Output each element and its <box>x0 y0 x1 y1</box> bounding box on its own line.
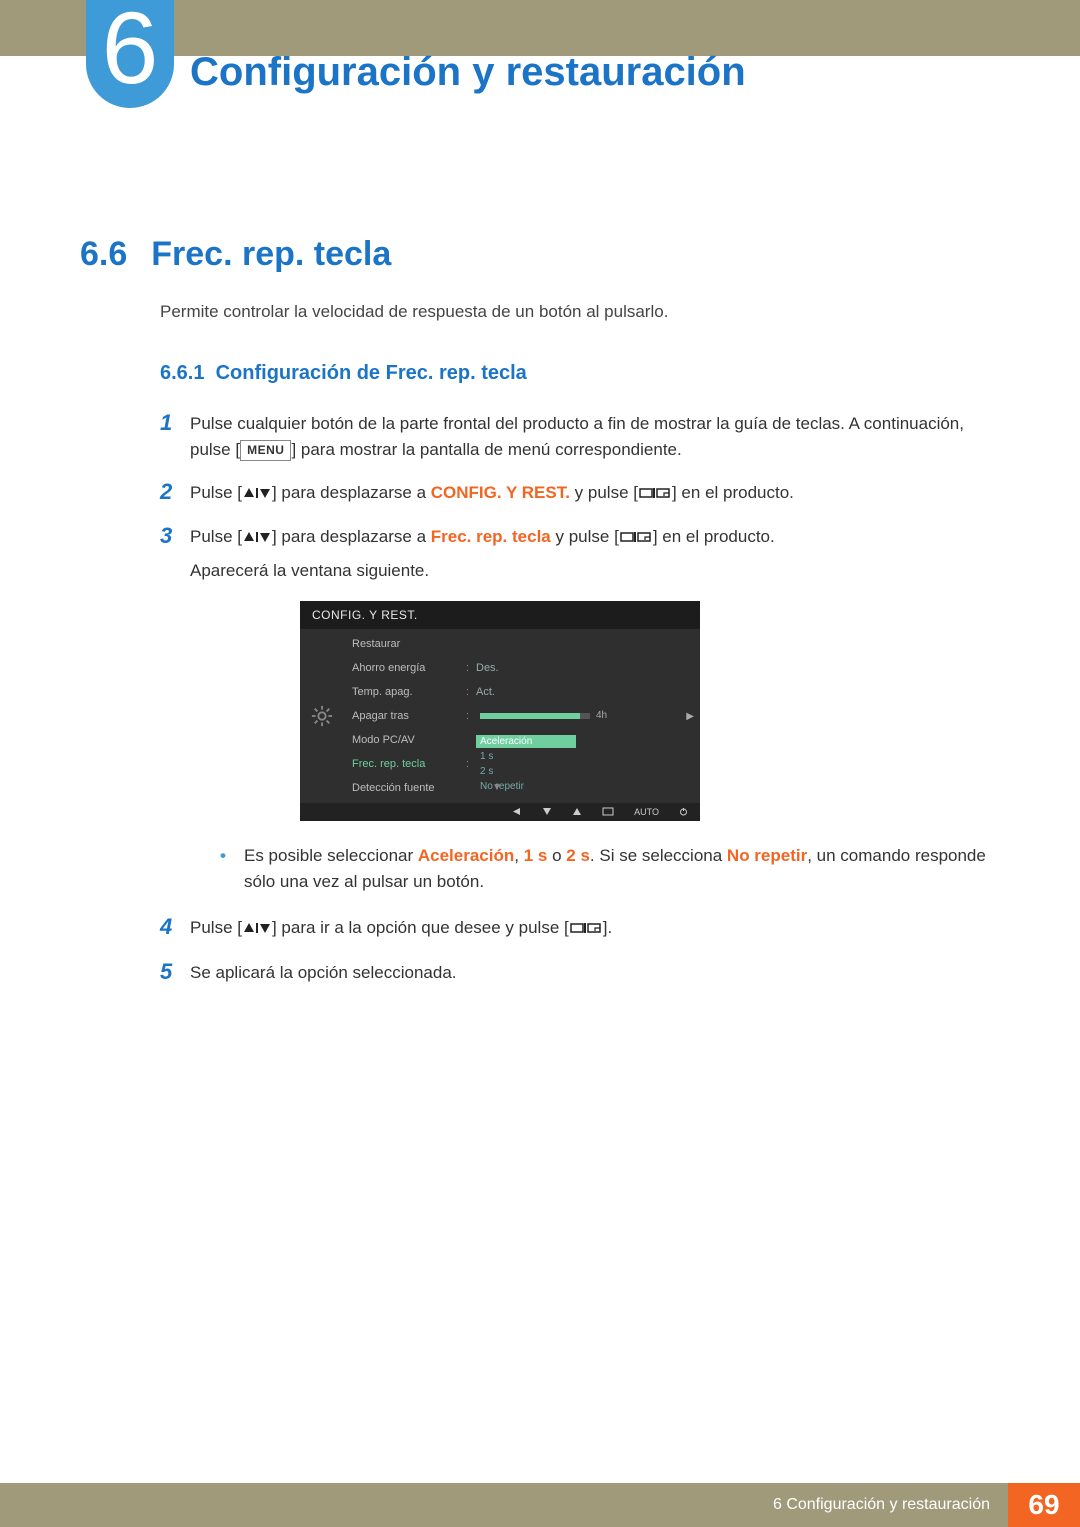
step-3-body: Pulse [ ] para desplazarse a Frec. rep. t… <box>190 524 1000 585</box>
step-1: 1 Pulse cualquier botón de la parte fron… <box>160 411 1000 464</box>
section-number: 6.6 <box>80 235 127 274</box>
step-1-text-b: ] para mostrar la pantalla de menú corre… <box>291 440 681 459</box>
step-number: 1 <box>160 411 190 464</box>
step-5-body: Se aplicará la opción seleccionada. <box>190 960 1000 986</box>
step-number: 5 <box>160 960 190 986</box>
osd-label: Temp. apag. <box>348 686 466 698</box>
step-3-text-c: y pulse [ <box>551 527 619 546</box>
osd-value: Act. <box>476 686 700 698</box>
chapter-badge: 6 <box>86 0 174 108</box>
footer-page-number: 69 <box>1008 1483 1080 1527</box>
note-opt2: 1 s <box>524 846 548 865</box>
note-sep2: o <box>547 846 566 865</box>
step-4-text-c: ]. <box>603 918 612 937</box>
section-heading: 6.6 Frec. rep. tecla <box>80 235 1000 274</box>
step-2-target: CONFIG. Y REST. <box>431 483 570 502</box>
source-enter-icon <box>638 482 672 508</box>
step-number: 2 <box>160 480 190 508</box>
section-title: Frec. rep. tecla <box>151 235 391 274</box>
subsection-title: Configuración de Frec. rep. tecla <box>216 362 527 384</box>
step-2-body: Pulse [ ] para desplazarse a CONFIG. Y RE… <box>190 480 1000 508</box>
step-4-text-a: Pulse [ <box>190 918 242 937</box>
osd-label: Detección fuente <box>348 782 466 794</box>
step-3: 3 Pulse [ ] para desplazarse a Frec. rep.… <box>160 524 1000 585</box>
osd-row-timer: Temp. apag.:Act. <box>348 683 700 701</box>
osd-label: Apagar tras <box>348 710 466 722</box>
osd-down-chevron-icon: ▼ <box>492 782 502 793</box>
gear-icon <box>311 705 333 727</box>
osd-nav-down-icon <box>542 807 552 817</box>
source-enter-icon <box>619 526 653 552</box>
osd-option-aceleracion: Aceleración <box>476 735 576 748</box>
step-2-text-c: y pulse [ <box>570 483 638 502</box>
step-2-text-b: ] para desplazarse a <box>272 483 431 502</box>
osd-row-eco: Ahorro energía:Des. <box>348 659 700 677</box>
osd-label-active: Frec. rep. tecla <box>348 758 466 770</box>
osd-option-1s: 1 s <box>476 750 576 763</box>
osd-row-offafter: Apagar tras:4h <box>348 707 700 725</box>
osd-body: Restaurar Ahorro energía:Des. Temp. apag… <box>300 629 700 803</box>
note-body: Es posible seleccionar Aceleración, 1 s … <box>244 843 1000 896</box>
osd-nav-left-icon <box>512 807 522 817</box>
osd-slider <box>480 713 590 719</box>
osd-nav-enter-icon <box>602 807 614 817</box>
step-2-text-a: Pulse [ <box>190 483 242 502</box>
step-3-sub: Aparecerá la ventana siguiente. <box>190 558 1000 584</box>
osd-value: Des. <box>476 662 700 674</box>
chapter-title: Configuración y restauración <box>190 50 746 95</box>
note-opt3: 2 s <box>566 846 590 865</box>
step-2-text-d: ] en el producto. <box>672 483 794 502</box>
step-4-body: Pulse [ ] para ir a la opción que desee y… <box>190 915 1000 943</box>
osd-nav-auto: AUTO <box>634 807 659 817</box>
osd-label: Modo PC/AV <box>348 734 466 746</box>
chapter-number: 6 <box>102 0 159 97</box>
osd-bottom-bar: AUTO <box>300 803 700 821</box>
osd-title: CONFIG. Y REST. <box>300 601 700 629</box>
osd-label: Restaurar <box>348 638 466 650</box>
step-3-text-a: Pulse [ <box>190 527 242 546</box>
step-4-text-b: ] para ir a la opción que desee y pulse … <box>272 918 569 937</box>
subsection-heading: 6.6.1 Configuración de Frec. rep. tecla <box>160 362 1000 385</box>
source-enter-icon <box>569 917 603 943</box>
note-sep1: , <box>514 846 523 865</box>
osd-screenshot: CONFIG. Y REST. Restaurar Ahorro energía… <box>300 601 700 821</box>
note-opt4: No repetir <box>727 846 807 865</box>
step-1-body: Pulse cualquier botón de la parte fronta… <box>190 411 1000 464</box>
up-down-icon <box>242 917 272 943</box>
note-text-a: Es posible seleccionar <box>244 846 418 865</box>
step-number: 3 <box>160 524 190 585</box>
osd-list: Restaurar Ahorro energía:Des. Temp. apag… <box>344 629 700 803</box>
osd-nav-power-icon <box>679 807 688 817</box>
step-3-text-b: ] para desplazarse a <box>272 527 431 546</box>
step-3-target: Frec. rep. tecla <box>431 527 551 546</box>
footer-text: 6 Configuración y restauración <box>0 1483 1008 1527</box>
step-5: 5 Se aplicará la opción seleccionada. <box>160 960 1000 986</box>
menu-label: MENU <box>240 440 291 461</box>
osd-row-detect: Detección fuente <box>348 779 700 797</box>
section-lead: Permite controlar la velocidad de respue… <box>160 302 1000 322</box>
step-3-text-d: ] en el producto. <box>653 527 775 546</box>
subsection-number: 6.6.1 <box>160 362 204 384</box>
osd-icon-col <box>300 629 344 803</box>
up-down-icon <box>242 482 272 508</box>
osd-label: Ahorro energía <box>348 662 466 674</box>
osd-nav-up-icon <box>572 807 582 817</box>
page-footer: 6 Configuración y restauración 69 <box>0 1483 1080 1527</box>
step-2: 2 Pulse [ ] para desplazarse a CONFIG. Y … <box>160 480 1000 508</box>
step-number: 4 <box>160 915 190 943</box>
osd-row-key: Frec. rep. tecla: Aceleración 1 s 2 s No… <box>348 755 700 773</box>
osd-slider-value: 4h <box>596 710 607 721</box>
step-4: 4 Pulse [ ] para ir a la opción que desee… <box>160 915 1000 943</box>
osd-right-arrow-icon: ▶ <box>686 711 694 722</box>
up-down-icon <box>242 526 272 552</box>
note-opt1: Aceleración <box>418 846 514 865</box>
note-sep3: . Si se selecciona <box>590 846 727 865</box>
bullet-dot-icon: • <box>220 843 244 896</box>
osd-row-restore: Restaurar <box>348 635 700 653</box>
note-bullet: • Es posible seleccionar Aceleración, 1 … <box>220 843 1000 896</box>
osd-option-2s: 2 s <box>476 765 576 778</box>
